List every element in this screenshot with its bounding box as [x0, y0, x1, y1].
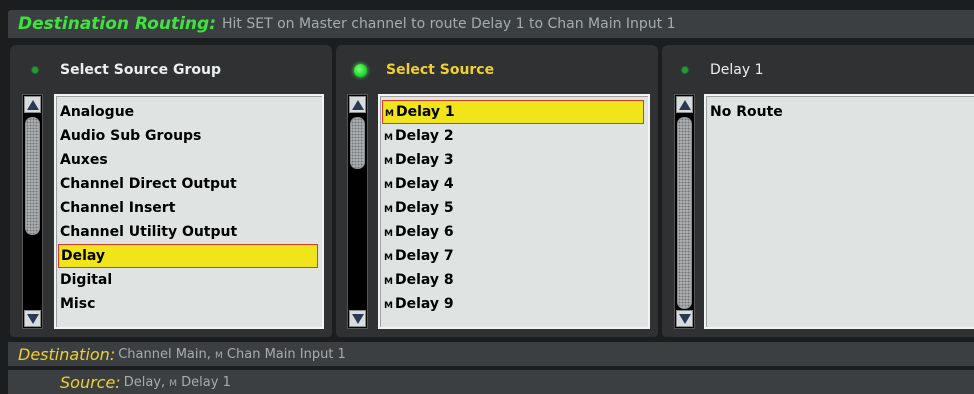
source-bar: Source: Delay, M Delay 1 [8, 370, 974, 394]
list-item[interactable]: Channel Direct Output [58, 172, 318, 196]
route-listbox[interactable]: No Route [704, 94, 974, 329]
route-status-led [682, 67, 688, 73]
scroll-down-button[interactable] [349, 310, 366, 327]
scroll-down-button[interactable] [676, 310, 693, 327]
scroll-thumb[interactable] [677, 117, 692, 309]
list-item-selected[interactable]: M Delay 1 [382, 100, 644, 124]
scroll-up-button[interactable] [24, 96, 41, 113]
group-scrollbar[interactable] [22, 94, 43, 329]
list-item[interactable]: M Delay 2 [382, 124, 644, 148]
source-scrollbar[interactable] [347, 94, 368, 329]
destination-label: Destination: [18, 344, 116, 364]
scroll-thumb[interactable] [25, 117, 40, 235]
group-listbox[interactable]: Analogue Audio Sub Groups Auxes Channel … [54, 94, 324, 329]
scroll-up-button[interactable] [676, 96, 693, 113]
list-item[interactable]: M Delay 5 [382, 196, 644, 220]
panel-title-group: Select Source Group [60, 62, 221, 78]
arrow-down-icon [26, 313, 39, 324]
list-item[interactable]: Audio Sub Groups [58, 124, 318, 148]
route-scrollbar[interactable] [674, 94, 695, 329]
panel-title-source: Select Source [386, 62, 495, 78]
panel-title-route: Delay 1 [710, 62, 764, 78]
list-item-selected[interactable]: Delay [58, 244, 318, 268]
arrow-down-icon [351, 313, 364, 324]
arrow-up-icon [351, 99, 364, 110]
arrow-up-icon [678, 99, 691, 110]
scroll-thumb[interactable] [350, 117, 365, 169]
source-status-led [354, 64, 367, 77]
destination-bar: Destination: Channel Main, M Chan Main I… [8, 342, 974, 366]
header-bar: Destination Routing: Hit SET on Master c… [8, 10, 974, 38]
source-label: Source: [60, 372, 121, 392]
source-panel: Select Source M Delay 1 M Delay 2 M Delay 3… [336, 45, 658, 337]
scroll-down-button[interactable] [24, 310, 41, 327]
destination-value: Channel Main, M Chan Main Input 1 [118, 346, 346, 362]
route-panel: Delay 1 No Route [662, 45, 974, 337]
arrow-down-icon [678, 313, 691, 324]
list-item[interactable]: M Delay 4 [382, 172, 644, 196]
list-item[interactable]: No Route [708, 100, 970, 124]
list-item[interactable]: M Delay 3 [382, 148, 644, 172]
routing-hint: Hit SET on Master channel to route Delay… [222, 16, 676, 32]
list-item[interactable]: M Delay 6 [382, 220, 644, 244]
page-title: Destination Routing: [18, 14, 216, 34]
list-item[interactable]: Misc [58, 292, 318, 316]
list-item[interactable]: Channel Insert [58, 196, 318, 220]
group-status-led [32, 67, 38, 73]
source-listbox[interactable]: M Delay 1 M Delay 2 M Delay 3 M Delay 4 M Del… [378, 94, 650, 329]
arrow-up-icon [26, 99, 39, 110]
list-item[interactable]: Channel Utility Output [58, 220, 318, 244]
scroll-up-button[interactable] [349, 96, 366, 113]
source-group-panel: Select Source Group Analogue Audio Sub G… [10, 45, 332, 337]
list-item[interactable]: Auxes [58, 148, 318, 172]
list-item[interactable]: M Delay 8 [382, 268, 644, 292]
list-item[interactable]: M Delay 9 [382, 292, 644, 316]
list-item[interactable]: Analogue [58, 100, 318, 124]
list-item[interactable]: Digital [58, 268, 318, 292]
source-value: Delay, M Delay 1 [123, 374, 231, 390]
list-item[interactable]: M Delay 7 [382, 244, 644, 268]
